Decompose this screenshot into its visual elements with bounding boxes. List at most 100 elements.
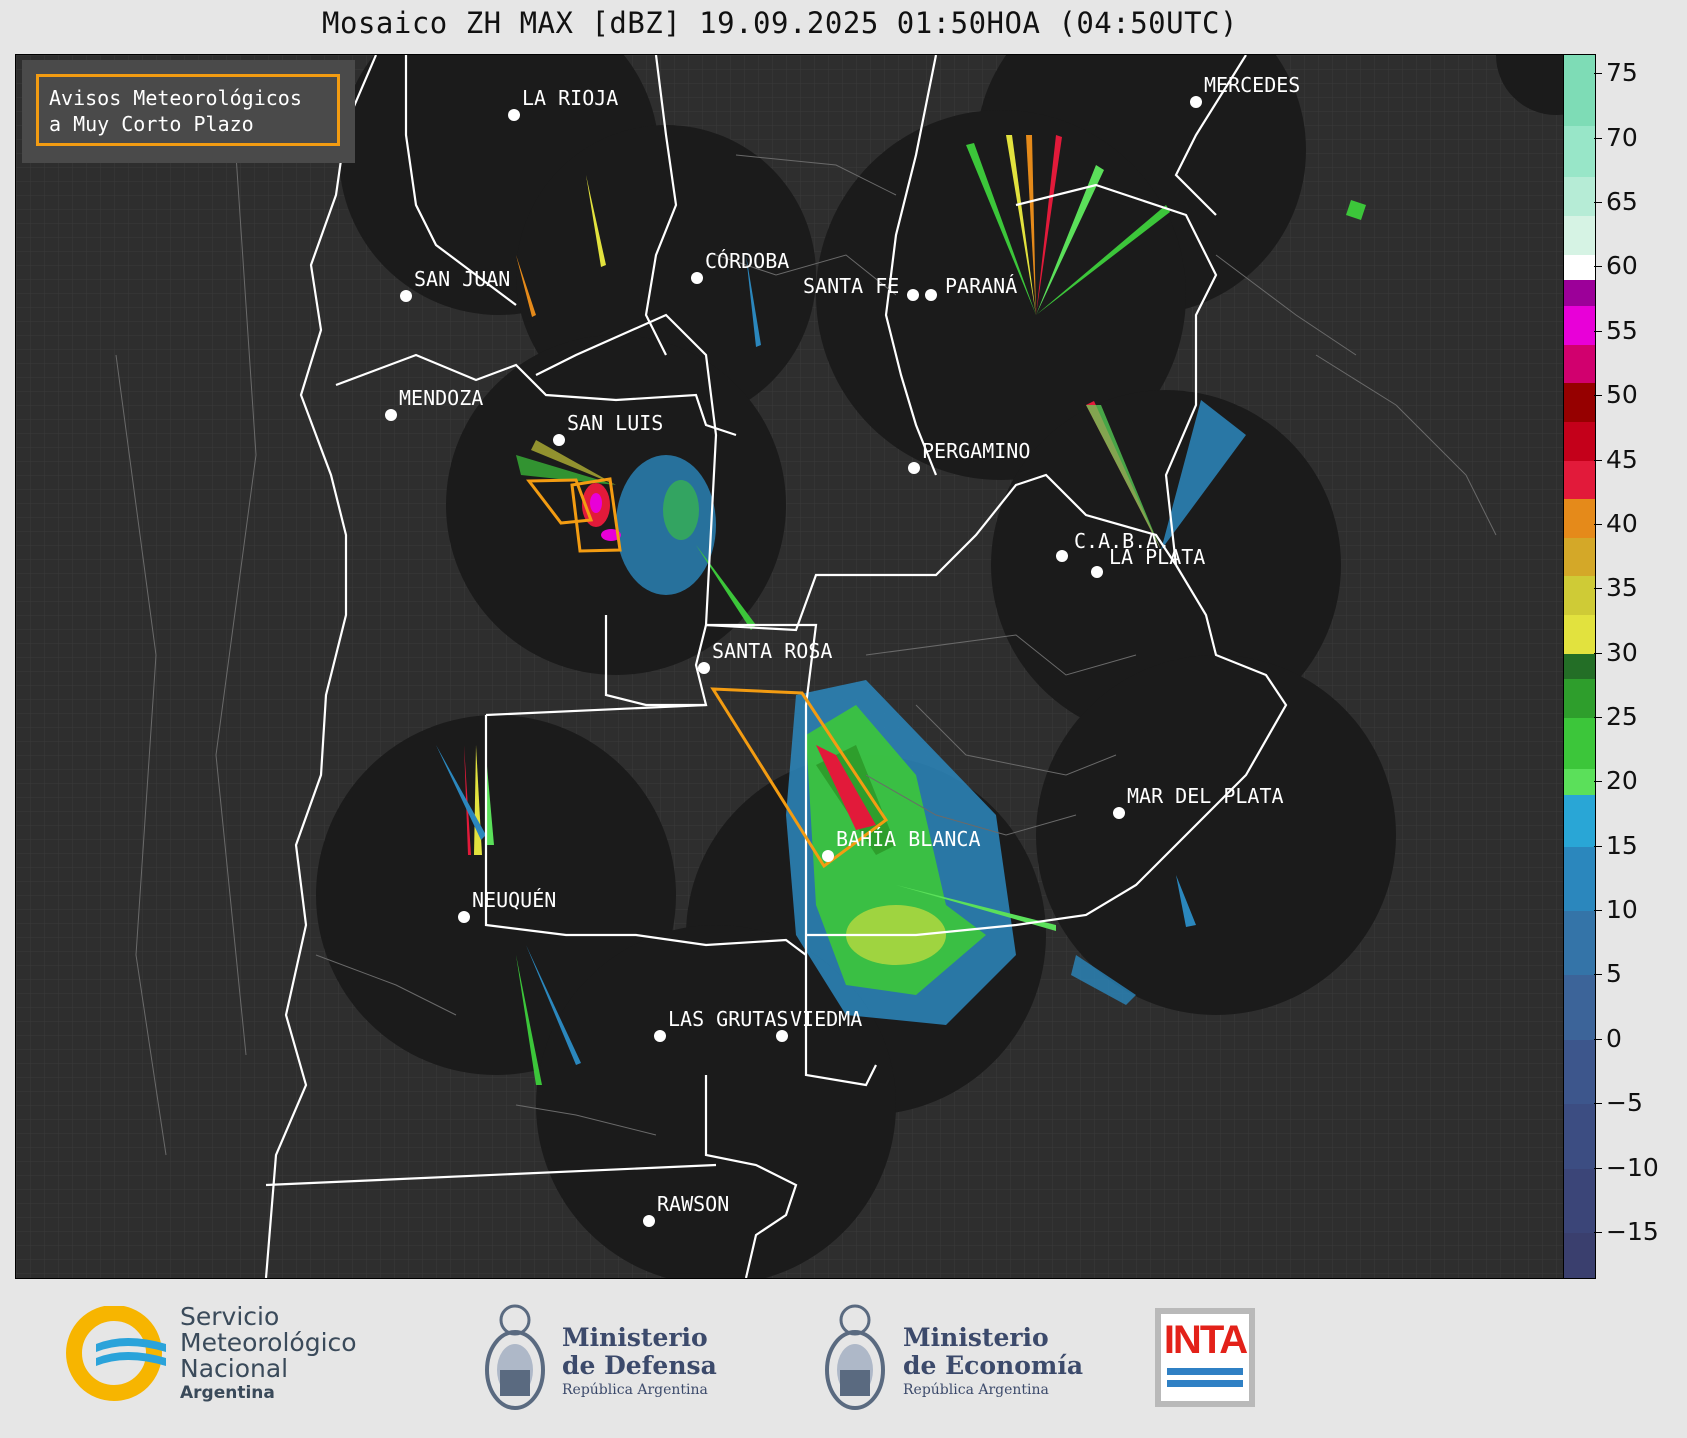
city-label: MERCEDES (1204, 73, 1300, 97)
colorbar-band (1564, 499, 1595, 538)
colorbar-tick (1594, 588, 1602, 590)
colorbar-band (1564, 306, 1595, 345)
colorbar-tick (1594, 459, 1602, 461)
colorbar-tick (1594, 266, 1602, 268)
colorbar-band (1564, 1104, 1595, 1169)
colorbar-band (1564, 846, 1595, 912)
colorbar-tick-label: 25 (1606, 701, 1638, 731)
smn-name: Servicio Meteorológico Nacional Argentin… (180, 1304, 357, 1404)
defensa-name: Ministerio de Defensa República Argentin… (562, 1324, 717, 1400)
city-dot (1091, 566, 1103, 578)
colorbar-tick-label: −10 (1606, 1152, 1659, 1182)
city-dot (643, 1215, 655, 1227)
footer-logos: Servicio Meteorológico Nacional Argentin… (0, 1280, 1687, 1438)
city-label: BAHÍA BLANCA (836, 827, 981, 851)
colorbar-tick-label: 0 (1606, 1023, 1622, 1053)
economia-coat-of-arms-icon (825, 1304, 885, 1410)
radar-map-canvas: LA RIOJA MERCEDES CÓRDOBA SAN JUAN SANTA FE P… (16, 55, 1563, 1278)
colorbar-band (1564, 383, 1595, 422)
smn-line2: Meteorológico (180, 1328, 357, 1357)
colorbar-tick-label: 35 (1606, 573, 1638, 603)
colorbar-tick (1594, 73, 1602, 75)
colorbar-band (1564, 679, 1595, 718)
colorbar-tick (1594, 330, 1602, 332)
colorbar (1563, 54, 1596, 1279)
colorbar-tick (1594, 716, 1602, 718)
city-dot (1056, 550, 1068, 562)
colorbar-tick (1594, 202, 1602, 204)
colorbar-band (1564, 1039, 1595, 1105)
colorbar-tick (1594, 1167, 1602, 1169)
city-label: SAN LUIS (567, 411, 663, 435)
colorbar-tick (1594, 652, 1602, 654)
colorbar-tick-label: −5 (1606, 1088, 1643, 1118)
colorbar-tick (1594, 974, 1602, 976)
economia-line1: Ministerio (903, 1323, 1049, 1352)
warning-legend-line1: Avisos Meteorológicos (49, 86, 302, 110)
colorbar-tick-label: 45 (1606, 444, 1638, 474)
colorbar-band (1564, 537, 1595, 577)
colorbar-tick (1594, 845, 1602, 847)
colorbar-tick (1594, 781, 1602, 783)
city-dot (776, 1030, 788, 1042)
inta-wordmark: INTA (1163, 1318, 1248, 1362)
colorbar-band (1564, 576, 1595, 615)
city-dot (508, 109, 520, 121)
colorbar-tick-label: 30 (1606, 637, 1638, 667)
city-label: PERGAMINO (922, 439, 1030, 463)
colorbar-tick-label: 60 (1606, 251, 1638, 281)
colorbar-tick (1594, 910, 1602, 912)
colorbar-tick-label: −15 (1606, 1216, 1659, 1246)
colorbar-band (1564, 125, 1595, 178)
city-label: SAN JUAN (414, 267, 510, 291)
city-label: LAS GRUTAS (668, 1007, 788, 1031)
city-label: MAR DEL PLATA (1127, 784, 1284, 808)
city-dot (698, 662, 710, 674)
inta-logo: INTA (1155, 1308, 1255, 1407)
smn-logo-icon (66, 1306, 166, 1401)
city-label: NEUQUÉN (472, 888, 556, 912)
colorbar-band (1564, 177, 1595, 216)
city-dot (908, 462, 920, 474)
city-label: CÓRDOBA (705, 249, 789, 273)
colorbar-tick-label: 55 (1606, 315, 1638, 345)
colorbar-band (1564, 975, 1595, 1040)
city-label: MENDOZA (399, 386, 483, 410)
city-dot (925, 289, 937, 301)
colorbar-band (1564, 1168, 1595, 1233)
colorbar-band (1564, 795, 1595, 847)
city-dot (822, 850, 834, 862)
city-dot (385, 409, 397, 421)
colorbar-tick-label: 15 (1606, 830, 1638, 860)
defensa-line1: Ministerio (562, 1323, 708, 1352)
colorbar-band (1564, 1232, 1595, 1278)
city-dot (1190, 96, 1202, 108)
city-label: PARANÁ (945, 274, 1017, 298)
city-label: LA PLATA (1109, 545, 1205, 569)
colorbar-band (1564, 421, 1595, 461)
colorbar-tick (1594, 1038, 1602, 1040)
city-label: VIEDMA (790, 1007, 862, 1031)
defensa-line3: República Argentina (562, 1382, 708, 1398)
smn-line4: Argentina (180, 1383, 275, 1403)
warning-legend: Avisos Meteorológicos a Muy Corto Plazo (22, 60, 355, 163)
radar-map[interactable]: LA RIOJA MERCEDES CÓRDOBA SAN JUAN SANTA FE P… (15, 54, 1564, 1279)
city-dot (654, 1030, 666, 1042)
city-dot (907, 289, 919, 301)
colorbar-band (1564, 344, 1595, 384)
colorbar-tick (1594, 523, 1602, 525)
colorbar-band (1564, 653, 1595, 680)
city-label: SANTA FE (803, 274, 899, 298)
colorbar-band (1564, 717, 1595, 770)
colorbar-band (1564, 254, 1595, 281)
defensa-coat-of-arms-icon (485, 1304, 545, 1410)
colorbar-band (1564, 911, 1595, 976)
city-dot (458, 911, 470, 923)
city-label: SANTA ROSA (712, 639, 832, 663)
colorbar-band (1564, 55, 1595, 126)
city-label: LA RIOJA (522, 86, 618, 110)
city-dot (1113, 807, 1125, 819)
colorbar-tick-label: 65 (1606, 187, 1638, 217)
colorbar-tick-label: 70 (1606, 122, 1638, 152)
colorbar-band (1564, 280, 1595, 307)
